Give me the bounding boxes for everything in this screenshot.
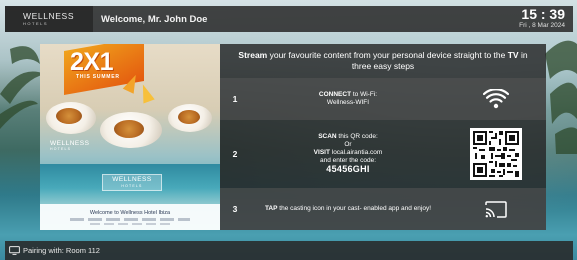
- step-action: VISIT: [313, 149, 330, 156]
- step-text: to Wi-Fi:: [351, 91, 378, 98]
- promo-logo-name: WELLNESS: [112, 176, 152, 183]
- panel-title-bold: TV: [507, 50, 519, 60]
- hotel-logo-name: WELLNESS: [23, 11, 75, 21]
- step-number: 2: [232, 149, 238, 159]
- cast-icon: [446, 200, 546, 218]
- step-connect-wifi: 1 CONNECT to Wi-Fi: Wellness-WIFI: [220, 78, 546, 120]
- step-action: CONNECT: [318, 91, 352, 98]
- step-description: TAP the casting icon in your cast- enabl…: [250, 205, 446, 213]
- promo-headline: 2X1: [70, 48, 113, 76]
- hotel-logo-subtitle: HOTELS: [23, 21, 49, 26]
- pairing-url: local.airantia.com: [329, 149, 383, 156]
- step-number: 3: [232, 204, 238, 214]
- panel-title-text: your favourite content from your persona…: [267, 50, 508, 60]
- step-text: and enter the code:: [319, 157, 376, 164]
- step-text: the casting icon in your cast- enabled a…: [277, 205, 432, 212]
- food-item: [178, 110, 200, 124]
- wifi-network-name: Wellness-WIFI: [326, 99, 370, 106]
- promo-logo-name: WELLNESS: [50, 140, 90, 147]
- step-scan-qr: 2 SCAN this QR code: Or VISIT local.aira…: [220, 120, 546, 188]
- wifi-icon: [446, 89, 546, 109]
- step-description: SCAN this QR code: Or VISIT local.airant…: [250, 133, 446, 175]
- step-description: CONNECT to Wi-Fi: Wellness-WIFI: [250, 91, 446, 107]
- step-number: 1: [232, 94, 238, 104]
- hotel-logo: WELLNESS HOTELS: [5, 6, 93, 32]
- step-tap-cast: 3 TAP the casting icon in your cast- ena…: [220, 188, 546, 230]
- clock-time: 15 : 39: [521, 6, 565, 22]
- qr-code-icon[interactable]: [470, 128, 522, 180]
- qr-code-container: [446, 128, 546, 180]
- panel-title-bold: Stream: [238, 50, 268, 60]
- top-bar: WELLNESS HOTELS Welcome, Mr. John Doe 15…: [5, 6, 573, 32]
- bottom-bar: Pairing with: Room 112: [5, 241, 573, 260]
- food-item: [114, 120, 144, 138]
- promo-tagline: THIS SUMMER: [76, 74, 120, 80]
- welcome-message: Welcome, Mr. John Doe: [101, 13, 208, 25]
- clock-date: Fri , 8 Mar 2024: [519, 22, 565, 29]
- promo-caption: Welcome to Wellness Hotel Ibiza: [89, 210, 171, 216]
- promo-logo-boxed: WELLNESS HOTELS: [102, 174, 162, 191]
- food-item: [56, 108, 82, 124]
- tv-icon: [9, 246, 20, 255]
- promo-logo-subtitle: HOTELS: [121, 184, 143, 188]
- step-action: TAP: [264, 205, 278, 212]
- pairing-code: 45456GHI: [326, 164, 370, 174]
- promo-logo-subtitle: HOTELS: [50, 147, 72, 151]
- clock: 15 : 39 Fri , 8 Mar 2024: [519, 7, 565, 30]
- step-text: this QR code:: [336, 133, 378, 140]
- panel-title: Stream your favourite content from your …: [220, 44, 546, 78]
- promo-fine-print: [90, 223, 170, 225]
- promo-logo-small: WELLNESS HOTELS: [50, 140, 89, 151]
- promo-footer: Welcome to Wellness Hotel Ibiza: [40, 204, 220, 230]
- pairing-status: Pairing with: Room 112: [23, 246, 100, 255]
- step-text: Or: [344, 141, 352, 148]
- casting-instructions-panel: Stream your favourite content from your …: [220, 44, 546, 230]
- promo-arrow-decoration: [137, 82, 155, 104]
- step-action: SCAN: [318, 133, 337, 140]
- promo-fine-print: [70, 218, 190, 221]
- promo-banner: 2X1 THIS SUMMER WELLNESS HOTELS WELLNESS…: [40, 44, 220, 230]
